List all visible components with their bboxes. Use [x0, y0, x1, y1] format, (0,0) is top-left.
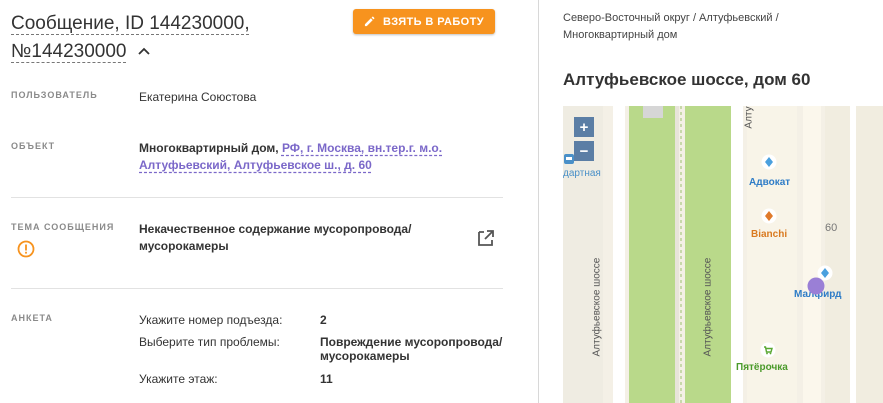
map-view[interactable]: + − дартная Алтуфьевское шоссе Алтуфьевс… [563, 106, 883, 403]
street-label: Алтуфьевское шоссе [591, 257, 603, 357]
topic-value: Некачественное содержание мусоропровода/… [139, 221, 439, 255]
object-type: Многоквартирный дом, [139, 141, 279, 155]
poi-bianchi-label: Bianchi [751, 229, 788, 240]
survey-question: Выберите тип проблемы: [139, 335, 280, 349]
message-title-line2: №144230000 [11, 41, 127, 62]
pencil-icon [364, 16, 375, 27]
survey-answer: Повреждение мусоропровода/ мусорокамеры [320, 335, 503, 363]
object-value: Многоквартирный дом, РФ, г. Москва, вн.т… [139, 140, 469, 174]
survey-question: Укажите этаж: [139, 372, 218, 386]
topic-label: ТЕМА СООБЩЕНИЯ [11, 222, 115, 232]
user-label: ПОЛЬЗОВАТЕЛЬ [11, 90, 98, 100]
object-label: ОБЪЕКТ [11, 141, 56, 151]
topic-text: Некачественное содержание мусоропровода/… [139, 222, 412, 253]
poi-advokat-label: Адвокат [749, 177, 791, 188]
street-label: Алтуфьевское шоссе [702, 257, 714, 357]
location-panel: Северо-Восточный округ / Алтуфьевский / … [539, 0, 883, 403]
location-marker-icon[interactable] [807, 277, 825, 295]
poi-marker-icon [761, 154, 777, 170]
user-value: Екатерина Союстова [139, 90, 257, 104]
message-title-line1: Сообщение, ID 144230000, [11, 13, 250, 34]
divider [11, 197, 503, 198]
house-number-label: 60 [825, 222, 838, 234]
address-title: Алтуфьевское шоссе, дом 60 [563, 70, 811, 89]
cart-icon [760, 342, 776, 358]
divider [11, 288, 503, 289]
chevron-up-icon[interactable] [136, 44, 152, 60]
transit-icon [564, 154, 574, 164]
poi-marker-icon [761, 208, 777, 224]
survey-question: Укажите номер подъезда: [139, 313, 283, 327]
poi-pyaterochka-label: Пятёрочка [736, 362, 788, 373]
message-title[interactable]: Сообщение, ID 144230000, №144230000 [11, 10, 341, 66]
street-top-label: Алту [743, 106, 755, 129]
survey-label: АНКЕТА [11, 313, 53, 323]
poi-left-label: дартная [563, 168, 601, 179]
survey-answer: 2 [320, 313, 327, 327]
open-external-icon[interactable] [476, 228, 496, 248]
zoom-out-button[interactable]: − [574, 141, 594, 161]
survey-answer: 11 [320, 372, 333, 386]
map-background [563, 106, 883, 403]
breadcrumb: Северо-Восточный округ / Алтуфьевский / … [563, 12, 779, 41]
take-to-work-label: ВЗЯТЬ В РАБОТУ [383, 15, 484, 28]
zoom-in-button[interactable]: + [574, 117, 594, 137]
warning-icon [17, 240, 35, 258]
take-to-work-button[interactable]: ВЗЯТЬ В РАБОТУ [353, 9, 495, 34]
message-panel: Сообщение, ID 144230000, №144230000 ВЗЯТ… [0, 0, 530, 403]
